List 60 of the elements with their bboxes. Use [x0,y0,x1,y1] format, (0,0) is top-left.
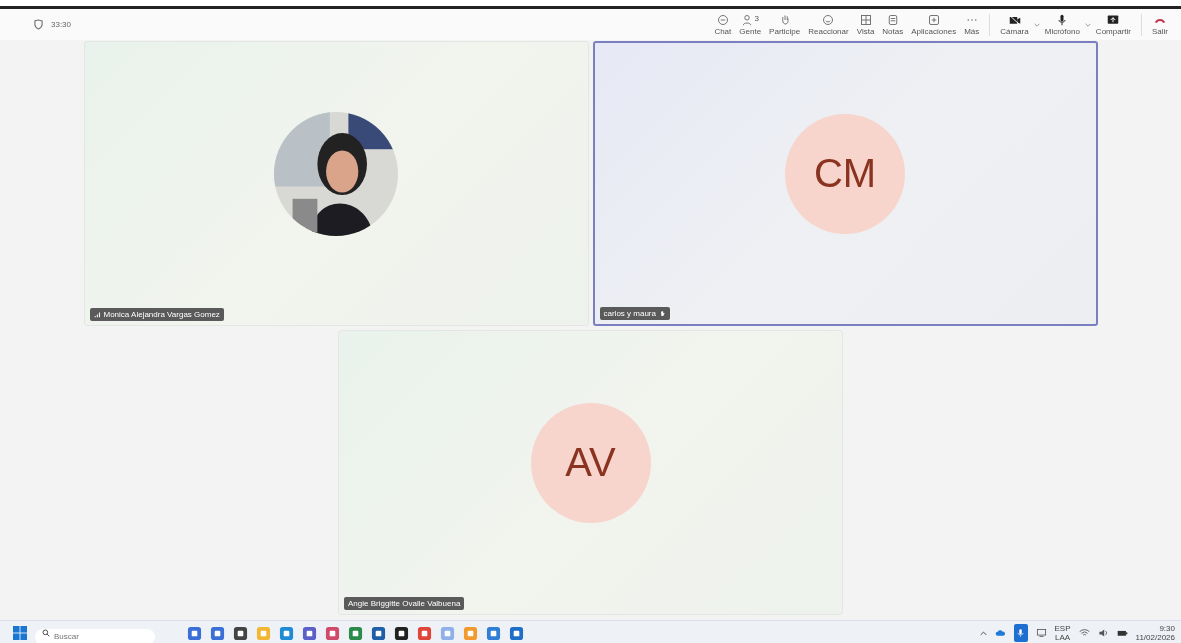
button-label: Compartir [1095,26,1131,36]
microphone-icon [1015,628,1027,638]
button-label: Gente [739,26,762,36]
wifi-icon [1078,628,1090,638]
button-label: Reaccionar [808,26,849,36]
microphone-tray-button[interactable] [1013,624,1028,642]
input-language[interactable]: ESP LAA [1054,624,1071,642]
battery-icon [1116,628,1128,638]
avatar-initials: CM [785,113,905,234]
chat-icon [716,13,729,26]
monitor-icon [1035,628,1047,638]
shield-icon [34,19,43,30]
app-icon[interactable] [233,625,248,641]
view-button[interactable]: Vista [853,12,878,37]
apps-button[interactable]: Aplicaciones [908,12,960,37]
language-code: ESP [1054,624,1071,633]
share-button[interactable]: Compartir [1092,12,1134,37]
notes-button[interactable]: Notas [879,12,907,37]
notes-icon [886,13,899,26]
participant-name: Angie Briggitte Ovalle Valbuena [348,599,461,608]
mic-button[interactable]: Micrófono [1041,12,1083,37]
grid-icon [859,13,872,26]
button-label: Participe [769,26,801,36]
speaker-icon [1097,628,1109,638]
hand-button[interactable]: Participe [766,12,804,37]
camera-button[interactable]: Cámara [997,12,1032,37]
app-icon[interactable] [371,625,386,641]
participant-count: 3 [754,13,759,23]
more-button[interactable]: Más [961,12,983,37]
add-app-icon [927,13,940,26]
react-button[interactable]: Reaccionar [805,12,852,37]
meeting-timer: 33:30 [51,20,72,29]
button-label: Micrófono [1044,26,1080,36]
search-field[interactable]: Buscar [35,628,155,643]
button-label: Cámara [1000,26,1029,36]
people-button[interactable]: 3 Gente [736,12,765,37]
clock-date: 11/02/2026 [1135,633,1175,642]
button-label: Vista [856,26,875,36]
button-label: Notas [882,26,904,36]
microphone-icon [1056,13,1069,26]
taskbar-clock[interactable]: 9:30 11/02/2026 [1135,624,1175,642]
button-label: Más [964,26,980,36]
participant-name: carlos y maura [603,309,656,318]
clock-time: 9:30 [1159,624,1175,633]
people-icon [741,13,754,26]
button-label: Aplicaciones [911,26,957,36]
cloud-icon [994,628,1006,638]
app-icon[interactable] [394,625,409,641]
start-icon [13,626,27,640]
search-icon [42,629,50,637]
keyboard-layout: LAA [1054,633,1071,642]
smiley-icon [822,13,835,26]
leave-button[interactable]: Salir [1149,12,1171,37]
avatar-initials: AV [530,402,651,523]
button-label: Chat [714,26,732,36]
share-icon [1107,13,1120,26]
participant-name: Monica Alejandra Vargas Gomez [103,310,220,319]
chevron-up-icon [979,630,987,636]
chat-button[interactable]: Chat [711,12,735,37]
button-label: Salir [1152,26,1168,36]
